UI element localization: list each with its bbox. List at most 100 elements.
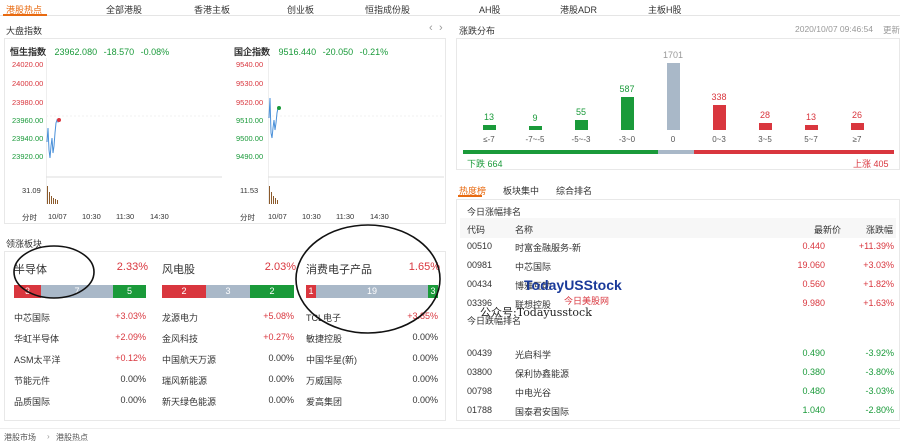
hscei-chart	[268, 58, 444, 204]
breadth-up: 2	[162, 285, 206, 298]
table-row[interactable]: 00439 光启科学 0.490 -3.92%	[460, 343, 900, 363]
next-arrow-icon[interactable]: ›	[439, 22, 443, 34]
tab-all-hk[interactable]: 全部港股	[106, 3, 142, 16]
col-change: 涨跌幅	[866, 225, 894, 235]
stock-name: 中芯国际	[14, 313, 51, 323]
sector-stock-row[interactable]: 敏捷控股 0.00%	[306, 328, 438, 346]
breadcrumb-item[interactable]: 港股热点	[56, 432, 88, 443]
sector-pct: 2.33%	[116, 261, 148, 273]
table-row[interactable]: 01788 国泰君安国际 1.040 -2.80%	[460, 400, 900, 420]
stock-name: 保利协鑫能源	[515, 369, 570, 379]
stock-price: 0.490	[802, 348, 825, 358]
sector-stock-row[interactable]: TCL电子 +3.85%	[306, 307, 438, 325]
table-row[interactable]: 00981 中芯国际 19.060 +3.03%	[460, 255, 900, 275]
sector-stock-row[interactable]: 龙源电力 +5.08%	[162, 307, 294, 325]
hsi-pct: -0.08%	[140, 47, 170, 57]
sector-pct: 2.03%	[264, 261, 296, 273]
breadth-flat: 19	[316, 285, 428, 298]
hsi-x-label: 10:30	[82, 212, 101, 221]
distribution-bucket-label: 0~3	[712, 135, 726, 144]
table-row[interactable]: 00510 时富金融服务-新 0.440 +11.39%	[460, 236, 900, 256]
table-row[interactable]: 03800 保利协鑫能源 0.380 -3.80%	[460, 362, 900, 382]
stock-price: 0.560	[802, 279, 825, 289]
breadth-flat: 7	[41, 285, 113, 298]
hscei-volume-label: 11.53	[240, 186, 259, 195]
tab-composite[interactable]: 综合排名	[556, 184, 592, 197]
distribution-count: 338	[711, 91, 727, 102]
sector-stock-row[interactable]: ASM太平洋 +0.12%	[14, 349, 146, 367]
distribution-bar	[759, 122, 772, 130]
sector-card[interactable]: 消费电子产品 1.65% 1 19 3 TCL电子 +3.85% 敏捷控股 0.00…	[302, 253, 442, 421]
table-row[interactable]: 00798 中电光谷 0.480 -3.03%	[460, 381, 900, 401]
sector-breadth-bar: 1 19 3	[306, 285, 438, 298]
stock-name: 华虹半导体	[14, 334, 60, 344]
stock-price: 19.060	[797, 260, 825, 270]
sector-stock-row[interactable]: 中芯国际 +3.03%	[14, 307, 146, 325]
stock-change: +11.39%	[858, 241, 894, 251]
hsi-name: 恒生指数	[10, 47, 47, 57]
hscei-name: 国企指数	[234, 47, 271, 57]
sector-name: 半导体	[14, 264, 47, 276]
watermark-wechat: 公众号:Todayusstock	[480, 306, 592, 319]
hsi-x-label: 分时	[22, 213, 37, 222]
stock-name: 光启科学	[515, 350, 552, 360]
sector-stock-row[interactable]: 瑞风新能源 0.00%	[162, 370, 294, 388]
tab-adr[interactable]: 港股ADR	[560, 3, 597, 16]
sector-card[interactable]: 风电股 2.03% 2 3 2 龙源电力 +5.08% 金风科技 +0.27% 中国…	[158, 253, 298, 421]
stock-change: -2.80%	[865, 405, 894, 415]
hscei-x-label: 14:30	[370, 212, 389, 221]
distribution-bar	[483, 125, 496, 130]
stock-code: 00434	[467, 279, 493, 289]
tab-ah[interactable]: AH股	[479, 3, 501, 16]
hscei-y-label: 9520.00	[236, 98, 264, 107]
breadth-down: 3	[428, 285, 438, 298]
sector-card[interactable]: 半导体 2.33% 3 7 5 中芯国际 +3.03% 华虹半导体 +2.09% A…	[10, 253, 150, 421]
stock-price: 0.480	[802, 386, 825, 396]
sector-stock-row[interactable]: 新天绿色能源 0.00%	[162, 391, 294, 409]
sector-stock-row[interactable]: 金风科技 +0.27%	[162, 328, 294, 346]
sector-stock-row[interactable]: 节能元件 0.00%	[14, 370, 146, 388]
tab-h-shares[interactable]: 主板H股	[648, 3, 682, 16]
stock-price: 0.380	[802, 367, 825, 377]
col-name: 名称	[515, 225, 534, 235]
hsi-y-label: 23920.00	[12, 152, 44, 161]
stock-name: 新天绿色能源	[162, 397, 217, 407]
gain-rank-title: 今日涨幅排名	[467, 207, 522, 217]
distribution-bar	[529, 125, 542, 130]
down-total: 下跌 664	[467, 159, 503, 169]
breadcrumb-item[interactable]: 港股市场	[4, 432, 36, 443]
stock-change: 0.00%	[412, 353, 438, 363]
distribution-bar	[805, 125, 818, 130]
sector-stock-row[interactable]: 华虹半导体 +2.09%	[14, 328, 146, 346]
hscei-current-dot	[277, 106, 281, 110]
prev-arrow-icon[interactable]: ‹	[429, 22, 433, 34]
distribution-bar	[621, 96, 634, 130]
tab-gem[interactable]: 创业板	[287, 3, 314, 16]
tab-hsi-constituents[interactable]: 恒指成份股	[365, 3, 410, 16]
distribution-bucket-label: -3~0	[618, 135, 636, 144]
stock-name: 中国航天万源	[162, 355, 217, 365]
tab-main-board[interactable]: 香港主板	[194, 3, 230, 16]
stock-name: 爱高集团	[306, 397, 343, 407]
stock-change: +3.03%	[115, 311, 146, 321]
sector-stock-row[interactable]: 中国航天万源 0.00%	[162, 349, 294, 367]
stock-name: 金风科技	[162, 334, 199, 344]
distribution-bucket-label: 0	[670, 135, 676, 144]
down-bar	[463, 150, 658, 154]
tab-sector-concentration[interactable]: 板块集中	[503, 184, 539, 197]
distribution-count: 26	[851, 109, 862, 120]
stock-name: 国泰君安国际	[515, 407, 570, 417]
stock-change: 0.00%	[412, 332, 438, 342]
stock-name: 敏捷控股	[306, 334, 343, 344]
sector-stock-row[interactable]: 品质国际 0.00%	[14, 391, 146, 409]
refresh-button[interactable]: 更新	[883, 24, 900, 36]
stock-change: 0.00%	[268, 395, 294, 405]
sector-stock-row[interactable]: 爱高集团 0.00%	[306, 391, 438, 409]
hscei-x-label: 10:30	[302, 212, 321, 221]
sector-stock-row[interactable]: 万威国际 0.00%	[306, 370, 438, 388]
sector-stock-row[interactable]: 中国华星(新) 0.00%	[306, 349, 438, 367]
distribution-count: 55	[575, 106, 586, 117]
stock-name: 时富金融服务-新	[515, 243, 581, 253]
hsi-value: 23962.080	[54, 47, 98, 57]
distribution-count: 28	[759, 109, 770, 120]
